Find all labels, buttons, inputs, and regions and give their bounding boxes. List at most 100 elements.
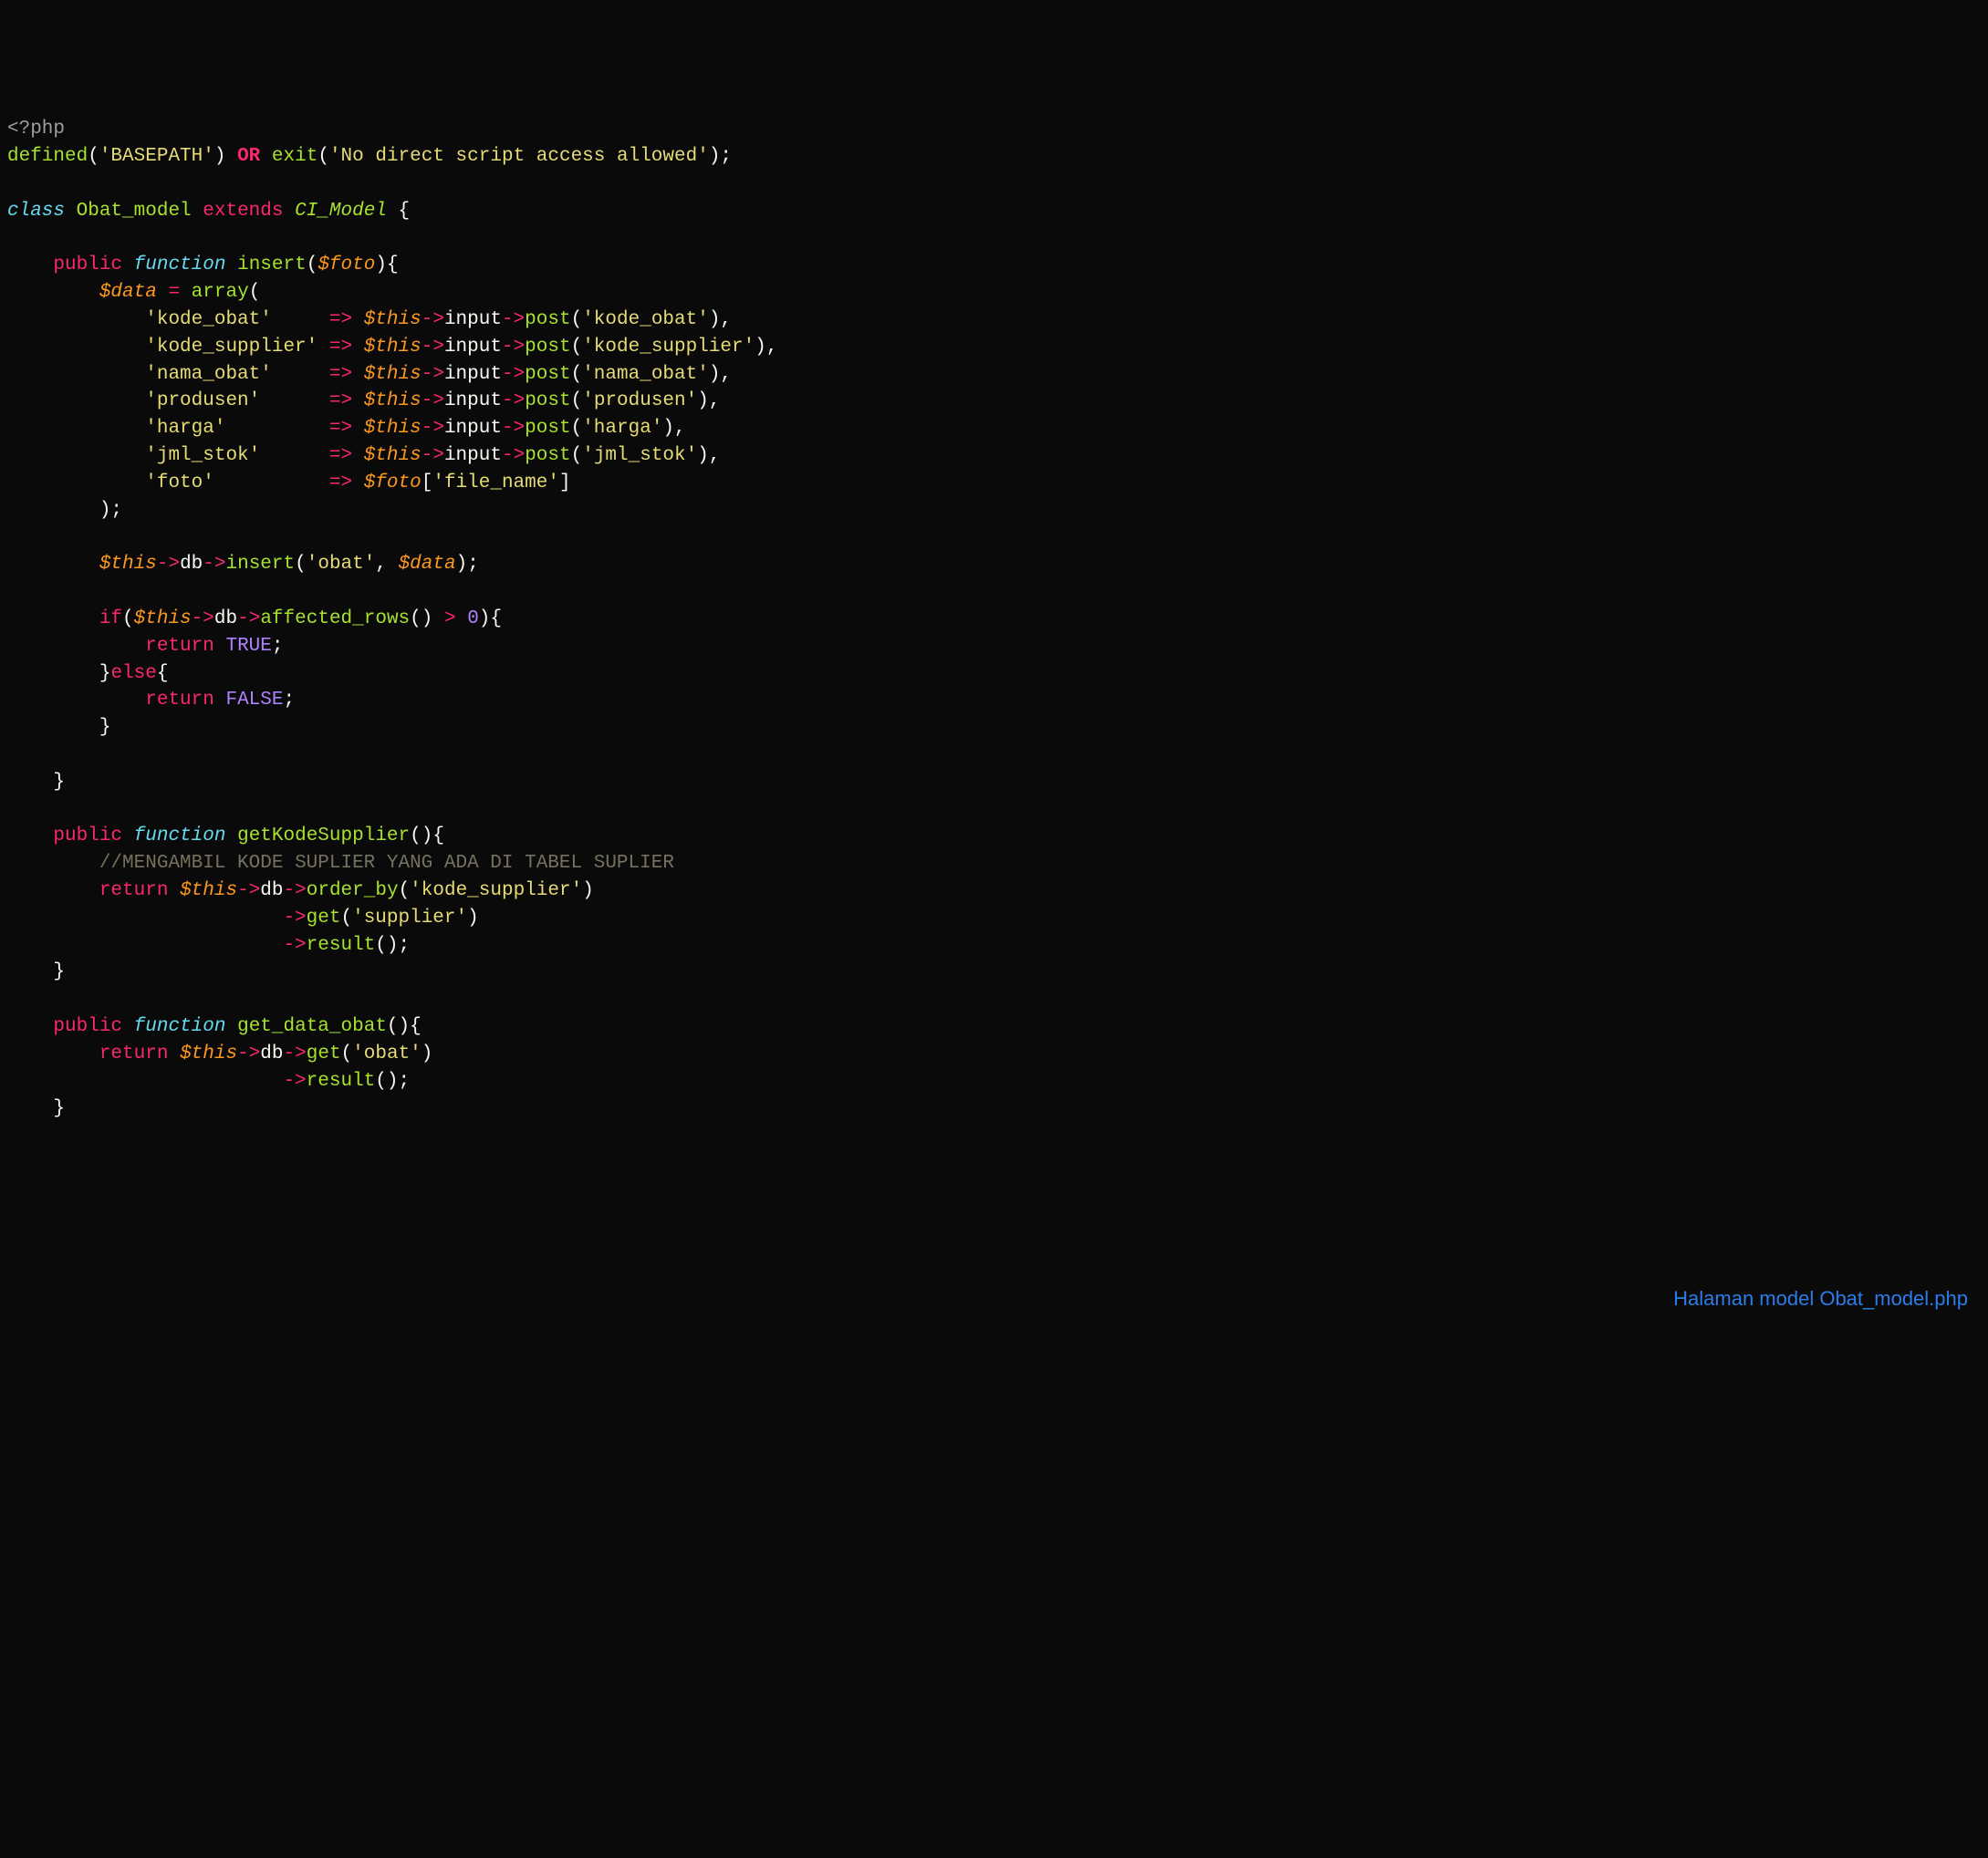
obj-op: ->: [283, 908, 306, 929]
array-fn: array: [192, 282, 249, 303]
foto-var: $foto: [364, 472, 422, 493]
paren: (: [307, 254, 318, 275]
paren: ): [582, 880, 594, 901]
this: $this: [364, 418, 422, 439]
basepath-str: 'BASEPATH': [99, 146, 214, 167]
equals: =: [168, 282, 180, 303]
zero: 0: [467, 608, 479, 629]
p-harga: 'harga': [582, 418, 662, 439]
paren: (: [571, 445, 583, 466]
paren: (: [340, 908, 352, 929]
paren: ),: [709, 364, 732, 385]
bracket: [: [422, 472, 433, 493]
file-name-str: 'file_name': [432, 472, 559, 493]
post-fn: post: [525, 309, 570, 330]
brace: ){: [479, 608, 502, 629]
result-fn: result: [307, 935, 376, 956]
paren: (: [88, 146, 99, 167]
this: $this: [364, 445, 422, 466]
obj-op: ->: [502, 418, 525, 439]
paren: (: [571, 418, 583, 439]
p-kode-obat: 'kode_obat': [582, 309, 709, 330]
obj-op: ->: [422, 309, 444, 330]
arrow: =>: [329, 309, 352, 330]
code-editor[interactable]: <?php defined('BASEPATH') OR exit('No di…: [7, 116, 1981, 1122]
paren: ();: [375, 935, 410, 956]
obj-op: ->: [237, 880, 260, 901]
db-prop: db: [214, 608, 237, 629]
gt: >: [444, 608, 456, 629]
public-kw: public: [53, 254, 122, 275]
obj-op: ->: [502, 364, 525, 385]
this: $this: [134, 608, 192, 629]
function-kw: function: [134, 825, 226, 846]
key-harga: 'harga': [145, 418, 225, 439]
paren: ): [422, 1043, 433, 1064]
obj-op: ->: [502, 445, 525, 466]
paren: ),: [709, 309, 732, 330]
obj-op: ->: [192, 608, 214, 629]
kode-supplier-str: 'kode_supplier': [410, 880, 582, 901]
this: $this: [364, 364, 422, 385]
comma: ,: [375, 554, 398, 575]
brace: (){: [410, 825, 444, 846]
obj-op: ->: [422, 364, 444, 385]
space: [260, 146, 272, 167]
paren: ): [467, 908, 479, 929]
this: $this: [364, 337, 422, 358]
paren: );: [709, 146, 732, 167]
p-nama-obat: 'nama_obat': [582, 364, 709, 385]
getkodesupplier-fn: getKodeSupplier: [237, 825, 410, 846]
key-kode-obat: 'kode_obat': [145, 309, 272, 330]
paren: (: [571, 337, 583, 358]
return-kw: return: [99, 880, 169, 901]
return-kw: return: [145, 690, 214, 711]
key-foto: 'foto': [145, 472, 214, 493]
space: [192, 201, 203, 222]
figure-caption: Halaman model Obat_model.php: [1673, 1284, 1968, 1313]
obj-op: ->: [422, 390, 444, 411]
php-open-tag: <?php: [7, 119, 65, 140]
post-fn: post: [525, 337, 570, 358]
defined-fn: defined: [7, 146, 88, 167]
input-prop: input: [444, 309, 502, 330]
key-kode-supplier: 'kode_supplier': [145, 337, 317, 358]
brace: }: [53, 1098, 65, 1119]
affected-rows: affected_rows: [260, 608, 410, 629]
result-fn: result: [307, 1071, 376, 1092]
exit-fn: exit: [272, 146, 317, 167]
this: $this: [364, 390, 422, 411]
paren: ): [214, 146, 237, 167]
insert-db: insert: [226, 554, 296, 575]
key-jml-stok: 'jml_stok': [145, 445, 260, 466]
post-fn: post: [525, 364, 570, 385]
public-kw: public: [53, 1016, 122, 1037]
obj-op: ->: [283, 1071, 306, 1092]
if-kw: if: [99, 608, 122, 629]
class-name: Obat_model: [77, 201, 192, 222]
get-fn: get: [307, 908, 341, 929]
arrow: =>: [329, 337, 352, 358]
obj-op: ->: [502, 309, 525, 330]
brace: ){: [375, 254, 398, 275]
arrow: =>: [329, 390, 352, 411]
data-var: $data: [399, 554, 456, 575]
paren: (: [341, 1043, 353, 1064]
semicolon: ;: [283, 690, 295, 711]
key-nama-obat: 'nama_obat': [145, 364, 272, 385]
obj-op: ->: [203, 554, 225, 575]
paren: );: [99, 500, 122, 521]
brace: }: [99, 717, 111, 738]
key-produsen: 'produsen': [145, 390, 260, 411]
supplier-str: 'supplier': [352, 908, 467, 929]
db-prop: db: [260, 1043, 283, 1064]
paren: (: [249, 282, 261, 303]
input-prop: input: [444, 445, 502, 466]
paren: );: [456, 554, 479, 575]
data-var: $data: [99, 282, 157, 303]
post-fn: post: [525, 445, 570, 466]
brace: }: [99, 663, 111, 684]
paren: (: [317, 146, 329, 167]
paren: (: [399, 880, 411, 901]
brace: }: [53, 961, 65, 982]
